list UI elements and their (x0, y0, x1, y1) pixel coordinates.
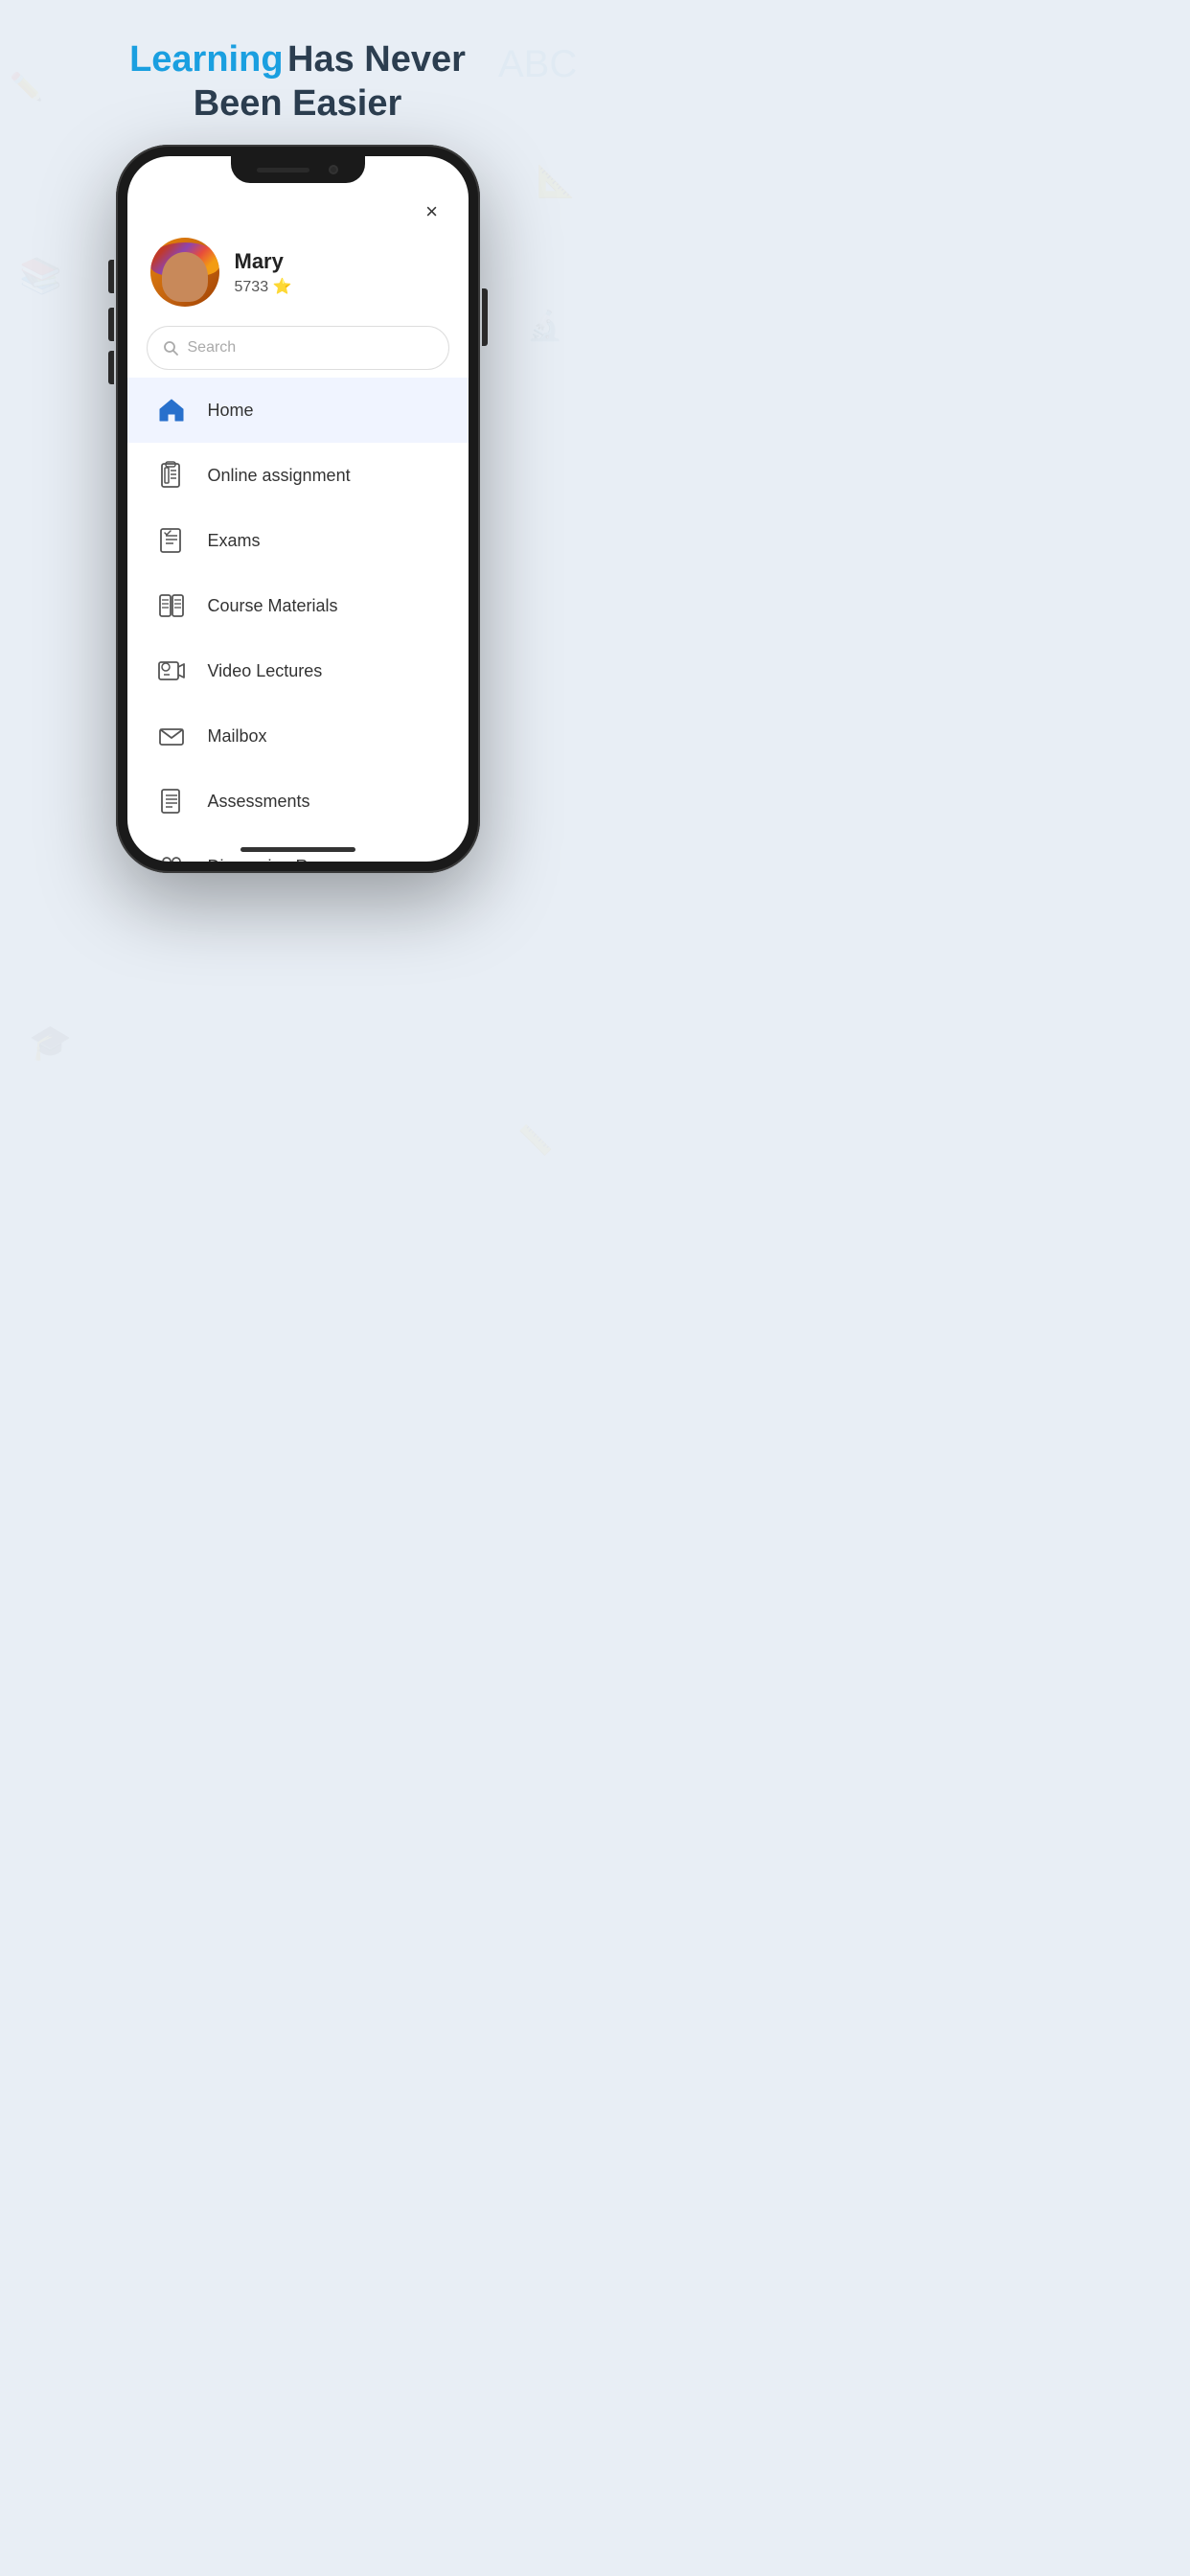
menu-item-course-materials[interactable]: Course Materials (127, 573, 469, 638)
home-icon (154, 393, 189, 427)
phone-inner: × Mary 5733 ⭐ (127, 156, 469, 862)
svg-text:📏: 📏 (517, 1123, 553, 1157)
close-button[interactable]: × (417, 196, 447, 227)
phone-notch (231, 156, 365, 183)
phone-shell: × Mary 5733 ⭐ (116, 145, 480, 873)
svg-text:📐: 📐 (537, 164, 575, 198)
home-bar (240, 847, 355, 852)
mail-icon (154, 719, 189, 753)
headline: Learning Has NeverBeen Easier (91, 38, 504, 126)
svg-text:📚: 📚 (19, 256, 62, 295)
menu-label-exams: Exams (208, 531, 261, 551)
menu-label-mailbox: Mailbox (208, 726, 267, 747)
profile-score: 5733 ⭐ (235, 277, 292, 296)
menu-label-assignment: Online assignment (208, 466, 351, 486)
menu-item-home[interactable]: Home (127, 378, 469, 443)
phone-content: Mary 5733 ⭐ Search (127, 156, 469, 862)
menu-list: Home Onli (127, 378, 469, 862)
menu-label-discussion: Discussion Rooms (208, 857, 351, 862)
menu-label-home: Home (208, 401, 254, 421)
profile-info: Mary 5733 ⭐ (235, 249, 292, 296)
menu-item-online-assignment[interactable]: Online assignment (127, 443, 469, 508)
avatar-image (150, 238, 219, 307)
svg-text:✏️: ✏️ (10, 70, 43, 103)
assignment-icon (154, 458, 189, 493)
menu-item-assessments[interactable]: Assessments (127, 769, 469, 834)
svg-text:🎓: 🎓 (29, 1023, 72, 1062)
materials-icon (154, 588, 189, 623)
search-bar[interactable]: Search (147, 326, 449, 370)
search-icon (163, 340, 178, 356)
menu-item-mailbox[interactable]: Mailbox (127, 703, 469, 769)
menu-item-video-lectures[interactable]: Video Lectures (127, 638, 469, 703)
discussion-icon (154, 849, 189, 862)
menu-label-assessments: Assessments (208, 792, 310, 812)
exams-icon (154, 523, 189, 558)
avatar-face (162, 252, 208, 302)
svg-text:🔬: 🔬 (527, 308, 562, 342)
notch-speaker (257, 168, 309, 172)
svg-text:ABC: ABC (498, 43, 577, 85)
menu-item-exams[interactable]: Exams (127, 508, 469, 573)
menu-label-materials: Course Materials (208, 596, 338, 616)
search-placeholder: Search (188, 339, 237, 356)
video-icon (154, 654, 189, 688)
notch-camera (329, 165, 338, 174)
menu-label-video: Video Lectures (208, 661, 323, 681)
assessments-icon (154, 784, 189, 818)
headline-learning: Learning (129, 39, 283, 80)
profile-name: Mary (235, 249, 292, 274)
avatar (150, 238, 219, 307)
